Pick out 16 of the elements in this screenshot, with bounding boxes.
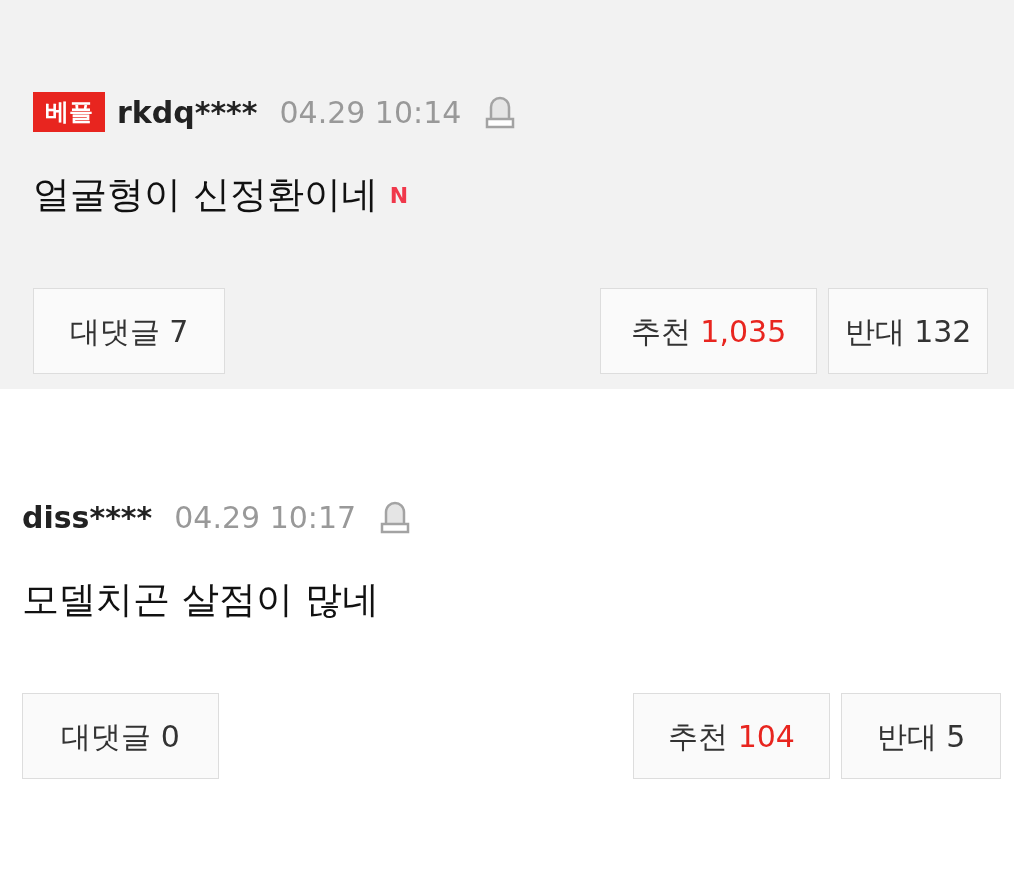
timestamp: 04.29 10:17: [174, 498, 357, 537]
alarm-icon[interactable]: [380, 500, 411, 534]
comment-text: 모델치곤 살점이 많네: [22, 577, 379, 624]
dislike-button[interactable]: 반대 132: [828, 288, 988, 374]
username: diss****: [22, 498, 153, 537]
reply-button[interactable]: 대댓글 7: [33, 288, 225, 374]
like-button[interactable]: 추천 104: [633, 693, 830, 779]
timestamp: 04.29 10:14: [279, 93, 462, 132]
username: rkdq****: [117, 93, 258, 132]
best-badge: 베플: [33, 92, 105, 132]
alarm-icon[interactable]: [485, 95, 516, 129]
reply-button[interactable]: 대댓글 0: [22, 693, 219, 779]
dislike-button[interactable]: 반대 5: [841, 693, 1001, 779]
comment-text: 얼굴형이 신정환이네: [33, 172, 378, 219]
like-button[interactable]: 추천 1,035: [600, 288, 817, 374]
new-mark: N: [389, 181, 409, 210]
